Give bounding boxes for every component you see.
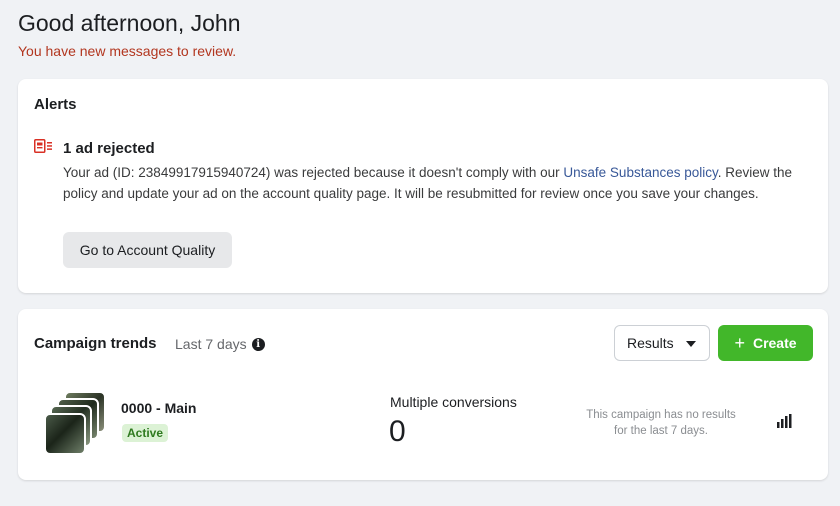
ad-rejected-icon: [34, 139, 52, 153]
greeting-header: Good afternoon, John You have new messag…: [18, 9, 241, 59]
status-badge: Active: [122, 424, 169, 442]
ad-thumbnail: [44, 413, 86, 455]
greeting-subtitle: You have new messages to review.: [18, 43, 237, 59]
date-range-label: Last 7 days: [175, 336, 247, 352]
results-dropdown[interactable]: Results: [614, 325, 710, 361]
alert-title: 1 ad rejected: [63, 140, 155, 157]
campaign-trends-card: Campaign trends Last 7 days i Results + …: [18, 309, 828, 480]
plus-icon: +: [734, 333, 745, 353]
alerts-title: Alerts: [34, 96, 77, 113]
bar-chart-icon[interactable]: [776, 414, 792, 428]
create-button[interactable]: + Create: [718, 325, 813, 361]
caret-down-icon: [686, 341, 696, 347]
metric-label: Multiple conversions: [390, 394, 517, 410]
results-dropdown-value: Results: [627, 335, 674, 351]
campaign-thumbnails[interactable]: [44, 391, 108, 455]
create-button-label: Create: [752, 335, 797, 351]
no-results-note: This campaign has no results for the las…: [586, 409, 736, 437]
campaign-trends-title: Campaign trends: [34, 335, 157, 352]
metric-value: 0: [389, 415, 406, 448]
campaign-name[interactable]: 0000 - Main: [121, 400, 196, 416]
policy-link[interactable]: Unsafe Substances policy: [563, 165, 717, 180]
alert-body-text: Your ad (ID: 23849917915940724) was reje…: [63, 165, 564, 180]
date-range: Last 7 days i: [175, 336, 265, 352]
greeting-title: Good afternoon, John: [18, 10, 241, 36]
info-icon[interactable]: i: [251, 337, 265, 351]
go-to-account-quality-button[interactable]: Go to Account Quality: [63, 232, 232, 268]
alerts-card: Alerts 1 ad rejected Your ad (ID: 238499…: [18, 79, 828, 293]
alert-body: Your ad (ID: 23849917915940724) was reje…: [63, 163, 808, 204]
